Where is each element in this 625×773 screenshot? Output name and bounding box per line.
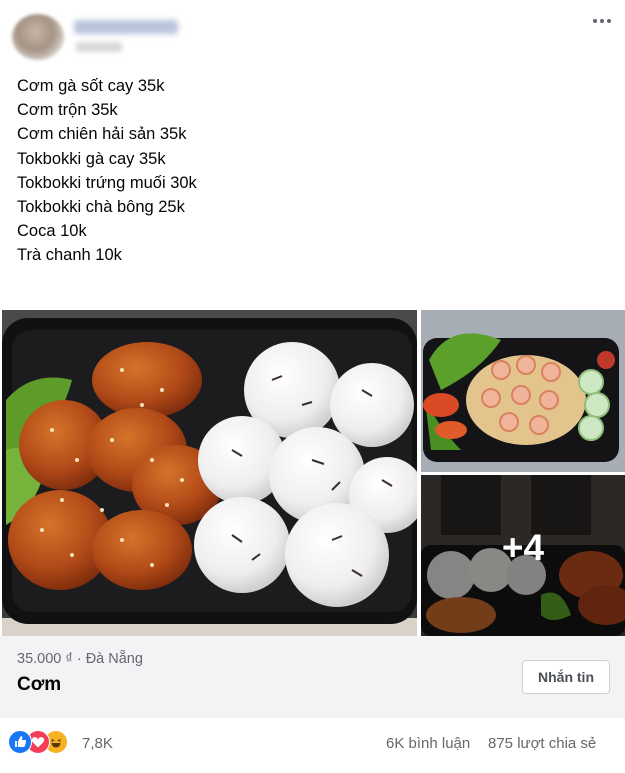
menu-line: Cơm gà sốt cay 35k xyxy=(17,77,165,95)
author-name-blurred[interactable] xyxy=(74,20,178,34)
post-timestamp-blurred[interactable] xyxy=(76,42,122,52)
marketplace-post-card: Cơm gà sốt cay 35k Cơm trộn 35k Cơm chiê… xyxy=(0,0,625,773)
photo-shrimp-salad[interactable] xyxy=(421,310,625,472)
photo-more-overlay[interactable]: +4 xyxy=(421,475,625,636)
comment-count[interactable]: 6K bình luận xyxy=(386,735,470,752)
author-avatar[interactable] xyxy=(12,14,64,60)
listing-price-location: 35.000 ₫ · Đà Nẵng xyxy=(17,651,143,667)
post-footer: 7,8K 6K bình luận 875 lượt chia sẻ xyxy=(0,718,625,773)
menu-line: Tokbokki trứng muối 30k xyxy=(17,173,197,192)
menu-line: Cơm chiên hải sản 35k xyxy=(17,125,187,144)
post-text: Cơm gà sốt cay 35k Cơm trộn 35k Cơm chiê… xyxy=(17,74,197,268)
menu-line: Coca 10k xyxy=(17,222,87,241)
more-options-icon[interactable] xyxy=(589,10,615,32)
listing-title[interactable]: Cơm xyxy=(17,674,61,696)
photo-main-chicken-rice[interactable] xyxy=(2,310,417,636)
like-reaction-icon xyxy=(8,730,32,754)
more-photos-count[interactable]: +4 xyxy=(421,527,625,569)
menu-line: Tokbokki gà cay 35k xyxy=(17,149,166,168)
reaction-count[interactable]: 7,8K xyxy=(82,735,113,752)
menu-line: Trà chanh 10k xyxy=(17,246,122,265)
listing-details: 35.000 ₫ · Đà Nẵng Cơm Nhắn tin xyxy=(0,636,625,718)
menu-line: Cơm trộn 35k xyxy=(17,101,118,120)
message-button[interactable]: Nhắn tin xyxy=(522,660,610,694)
share-count[interactable]: 875 lượt chia sẻ xyxy=(488,735,596,752)
menu-line: Tokbokki chà bông 25k xyxy=(17,198,185,217)
